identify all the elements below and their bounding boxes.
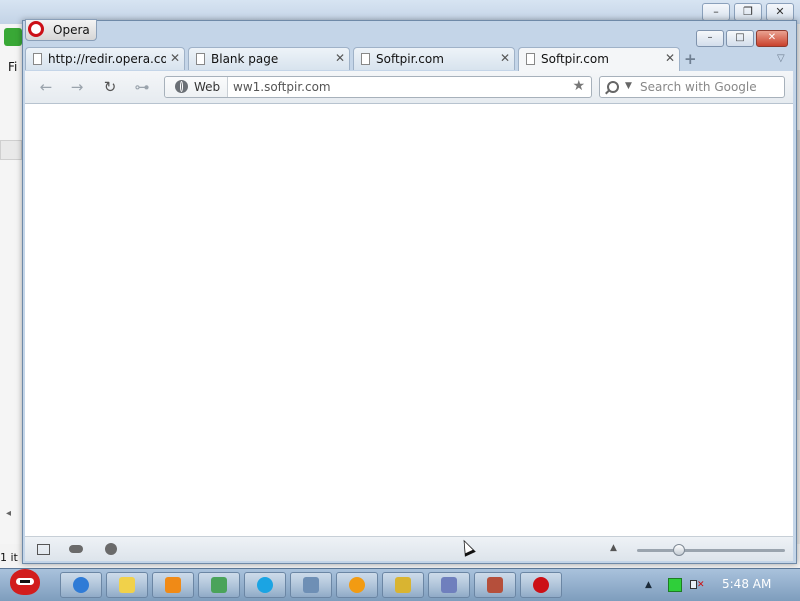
page-content[interactable] bbox=[25, 104, 793, 537]
reload-icon[interactable]: ↻ bbox=[99, 77, 121, 97]
taskbar-network-button[interactable] bbox=[198, 572, 240, 598]
tools-icon bbox=[303, 577, 319, 593]
speaker-muted-icon[interactable] bbox=[690, 577, 705, 591]
media-player-icon bbox=[165, 577, 181, 593]
opera-menu-button[interactable]: Opera bbox=[25, 19, 97, 41]
background-expand-icon[interactable]: ◂ bbox=[6, 508, 11, 519]
address-input[interactable] bbox=[233, 80, 553, 94]
page-icon bbox=[526, 53, 535, 65]
opera-window: Opera – □ ✕ http://redir.opera.co... ✕ Bla… bbox=[22, 19, 797, 564]
taskbar-download-button[interactable] bbox=[336, 572, 378, 598]
taskbar-tools-button[interactable] bbox=[290, 572, 332, 598]
back-arrow-icon[interactable]: ← bbox=[35, 77, 57, 97]
background-restore-button[interactable]: ❐ bbox=[734, 3, 762, 21]
search-engine-dropdown-icon[interactable]: ▼ bbox=[625, 81, 632, 91]
tab-close-icon[interactable]: ✕ bbox=[170, 51, 180, 65]
zoom-arrow-icon[interactable]: ▲ bbox=[610, 543, 617, 553]
internet-explorer-icon bbox=[73, 577, 89, 593]
tab-softpir-active[interactable]: Softpir.com ✕ bbox=[518, 47, 680, 71]
skype-icon bbox=[257, 577, 273, 593]
search-field[interactable]: ▼ bbox=[599, 76, 785, 98]
taskbar-folder-button[interactable] bbox=[106, 572, 148, 598]
status-bar: ▲ bbox=[25, 537, 793, 561]
forward-arrow-icon[interactable]: → bbox=[66, 77, 88, 97]
tab-label: Blank page bbox=[211, 52, 279, 66]
video-editor-icon bbox=[487, 577, 503, 593]
taskbar-internet-explorer-button[interactable] bbox=[60, 572, 102, 598]
search-icon bbox=[607, 81, 619, 93]
background-close-button[interactable]: ✕ bbox=[766, 3, 794, 21]
zoom-slider-handle[interactable] bbox=[673, 544, 686, 556]
tray-expand-icon[interactable]: ▲ bbox=[645, 580, 652, 590]
tab-bar: http://redir.opera.co... ✕ Blank page ✕ … bbox=[25, 47, 795, 71]
add-tab-icon[interactable]: + bbox=[684, 50, 697, 68]
taskbar-installer-button[interactable] bbox=[428, 572, 470, 598]
tab-close-icon[interactable]: ✕ bbox=[500, 51, 510, 65]
taskbar-media-player-button[interactable] bbox=[152, 572, 194, 598]
page-icon bbox=[33, 53, 42, 65]
clock[interactable]: 5:48 AM bbox=[722, 577, 771, 591]
minimize-button[interactable]: – bbox=[696, 30, 724, 47]
network-icon bbox=[211, 577, 227, 593]
tab-label: Softpir.com bbox=[376, 52, 444, 66]
tab-close-icon[interactable]: ✕ bbox=[665, 51, 675, 65]
page-icon bbox=[196, 53, 205, 65]
panel-toggle-icon[interactable] bbox=[37, 544, 50, 555]
tab-label: http://redir.opera.co... bbox=[48, 52, 166, 66]
zoom-slider[interactable] bbox=[637, 544, 785, 556]
opera-logo-icon bbox=[28, 21, 44, 37]
taskbar: ▲ 5:48 AM bbox=[0, 568, 800, 601]
taskbar-opera-button[interactable] bbox=[520, 572, 562, 598]
opera-menu-label: Opera bbox=[53, 23, 90, 37]
tab-redir-opera[interactable]: http://redir.opera.co... ✕ bbox=[25, 47, 185, 70]
background-minimize-button[interactable]: – bbox=[702, 3, 730, 21]
angry-bird-icon bbox=[10, 569, 40, 595]
tab-label: Softpir.com bbox=[541, 52, 609, 66]
taskbar-skype-button[interactable] bbox=[244, 572, 286, 598]
background-app-icon bbox=[4, 28, 22, 46]
tab-menu-icon[interactable]: ▽ bbox=[777, 53, 785, 64]
start-button[interactable] bbox=[4, 563, 44, 601]
download-icon bbox=[349, 577, 365, 593]
bookmark-star-icon[interactable]: ★ bbox=[572, 78, 585, 94]
tab-blank-page[interactable]: Blank page ✕ bbox=[188, 47, 350, 70]
background-field[interactable] bbox=[0, 140, 22, 160]
page-icon bbox=[361, 53, 370, 65]
address-badge-label: Web bbox=[194, 80, 221, 94]
maximize-button[interactable]: □ bbox=[726, 30, 754, 47]
window-controls: – □ ✕ bbox=[694, 30, 788, 47]
key-icon[interactable]: ⊶ bbox=[131, 77, 153, 97]
cloud-icon[interactable] bbox=[69, 545, 83, 553]
globe-icon bbox=[175, 80, 188, 93]
opera-icon bbox=[533, 577, 549, 593]
address-badge[interactable]: Web bbox=[165, 77, 228, 97]
tray-status-icon[interactable] bbox=[668, 578, 682, 592]
close-button[interactable]: ✕ bbox=[756, 30, 788, 47]
background-menu-item[interactable]: Fi bbox=[8, 60, 17, 74]
background-left-pane bbox=[0, 24, 22, 544]
address-field[interactable]: Web ★ bbox=[164, 76, 592, 98]
taskbar-video-editor-button[interactable] bbox=[474, 572, 516, 598]
settings-icon bbox=[395, 577, 411, 593]
taskbar-settings-button[interactable] bbox=[382, 572, 424, 598]
navigation-bar: ← → ↻ ⊶ Web ★ ▼ bbox=[25, 71, 793, 104]
search-input[interactable] bbox=[640, 80, 780, 94]
folder-icon bbox=[119, 577, 135, 593]
speed-dial-icon[interactable] bbox=[105, 543, 117, 555]
tab-close-icon[interactable]: ✕ bbox=[335, 51, 345, 65]
installer-icon bbox=[441, 577, 457, 593]
tab-softpir-1[interactable]: Softpir.com ✕ bbox=[353, 47, 515, 70]
